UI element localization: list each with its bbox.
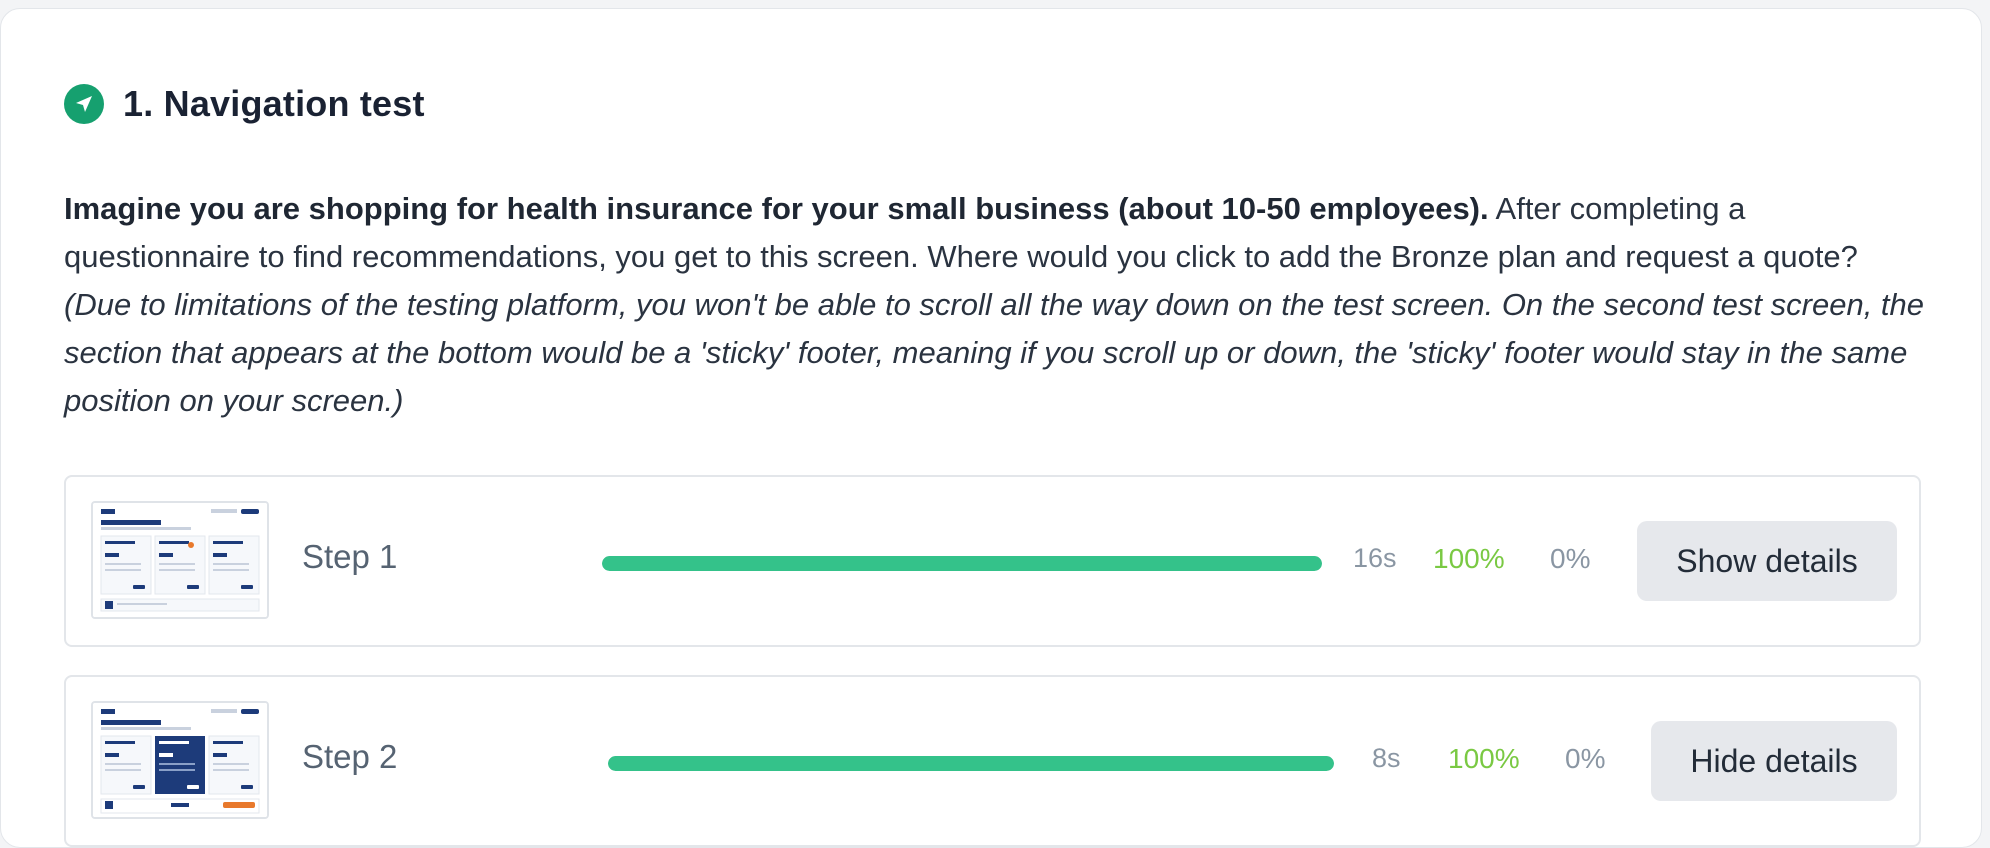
success-rate: 100% [1448,743,1520,774]
progress-bar [602,556,1322,571]
task-description-note: (Due to limitations of the testing platf… [64,287,1925,418]
task-description: Imagine you are shopping for health insu… [64,185,1924,425]
fail-rate: 0% [1550,543,1591,574]
hide-details-button[interactable]: Hide details [1651,721,1897,801]
step-thumbnail[interactable] [91,701,269,819]
time-value: 16s [1353,543,1397,573]
time-value: 8s [1372,743,1401,773]
progress-fill [608,756,1334,771]
test-card: 1. Navigation test Imagine you are shopp… [0,8,1982,848]
step-label: Step 2 [302,738,398,775]
step-row: Step 1 16s 100% 0% Show details [64,475,1921,647]
task-description-bold: Imagine you are shopping for health insu… [64,191,1489,226]
section-title: 1. Navigation test [123,83,425,124]
step-thumbnail[interactable] [91,501,269,619]
step-row: Step 2 8s 100% 0% Hide details [64,675,1921,847]
step-label: Step 1 [302,538,398,575]
section-header: 1. Navigation test [64,83,425,125]
progress-fill [602,556,1322,571]
navigation-arrow-icon [64,84,104,124]
success-rate: 100% [1433,543,1505,574]
progress-bar [608,756,1334,771]
show-details-button[interactable]: Show details [1637,521,1897,601]
fail-rate: 0% [1565,743,1606,774]
